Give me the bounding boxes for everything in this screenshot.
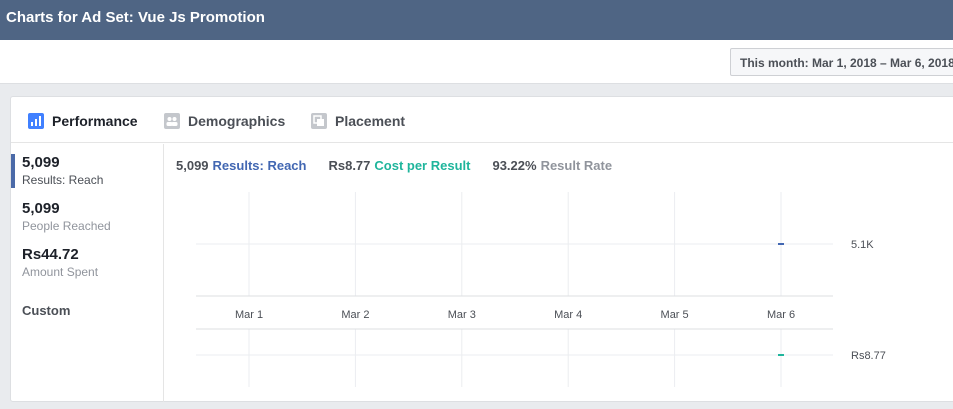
x-tick-label: Mar 1 — [235, 309, 263, 321]
charts-card: Performance Demographics Placement 5,099… — [10, 96, 953, 402]
x-tick-label: Mar 2 — [341, 309, 369, 321]
x-tick-label: Mar 3 — [448, 309, 476, 321]
date-bar: This month: Mar 1, 2018 – Mar 6, 2018 — [0, 40, 953, 84]
date-range-button[interactable]: This month: Mar 1, 2018 – Mar 6, 2018 — [730, 48, 953, 76]
title-bar: Charts for Ad Set: Vue Js Promotion — [0, 0, 953, 40]
y-tick-label: 5.1K — [851, 239, 874, 251]
x-tick-label: Mar 6 — [767, 309, 795, 321]
y-tick-label: Rs8.77 — [851, 350, 886, 362]
performance-chart: 5.1K Rs8.77 Mar 1 Mar 2 Mar 3 Mar 4 Mar 5 Mar 6 — [196, 192, 886, 387]
page-title: Charts for Ad Set: Vue Js Promotion — [6, 9, 265, 26]
x-tick-label: Mar 5 — [661, 309, 689, 321]
x-tick-label: Mar 4 — [554, 309, 582, 321]
